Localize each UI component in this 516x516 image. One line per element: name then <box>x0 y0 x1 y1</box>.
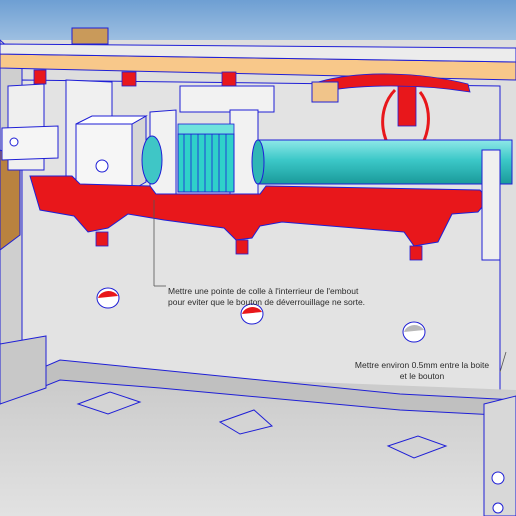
gap-note-line-2: et le bouton <box>399 371 445 381</box>
red-clip-top-2 <box>121 71 137 87</box>
wood-peg-top <box>71 27 109 45</box>
gap-note: Mettre environ 0.5mm entre la boite et l… <box>341 360 503 382</box>
red-tab-1 <box>95 231 109 247</box>
model-viewport: Mettre une pointe de colle à l'interrieu… <box>0 0 516 516</box>
rod-holder-hole <box>95 159 109 173</box>
corner-post-hole-1 <box>491 471 505 485</box>
bracket-right <box>481 149 501 261</box>
glue-note-line-2: pour eviter que le bouton de déverrouill… <box>168 297 366 307</box>
red-tab-2 <box>235 239 249 255</box>
bracket-left-hole <box>9 137 19 147</box>
glue-note: Mettre une pointe de colle à l'interrieu… <box>168 286 365 308</box>
wood-block-mid <box>311 81 339 103</box>
cyan-rod-cap-left <box>141 135 163 185</box>
3d-box-model <box>0 0 516 516</box>
cyan-rod-end <box>251 139 265 185</box>
glue-note-line-1: Mettre une pointe de colle à l'interrieu… <box>168 286 359 296</box>
red-clip-top-1 <box>33 69 47 85</box>
right-corner-post <box>483 395 516 516</box>
red-tab-3 <box>409 245 423 261</box>
red-clip-top-4 <box>397 85 417 127</box>
cyan-rod <box>257 139 513 185</box>
cyan-gear <box>177 123 235 193</box>
gap-note-line-1: Mettre environ 0.5mm entre la boite <box>354 360 490 370</box>
rod-holder-cube-front <box>75 123 133 191</box>
corner-post-hole-2 <box>492 502 504 514</box>
gear-frame-top <box>179 85 275 113</box>
